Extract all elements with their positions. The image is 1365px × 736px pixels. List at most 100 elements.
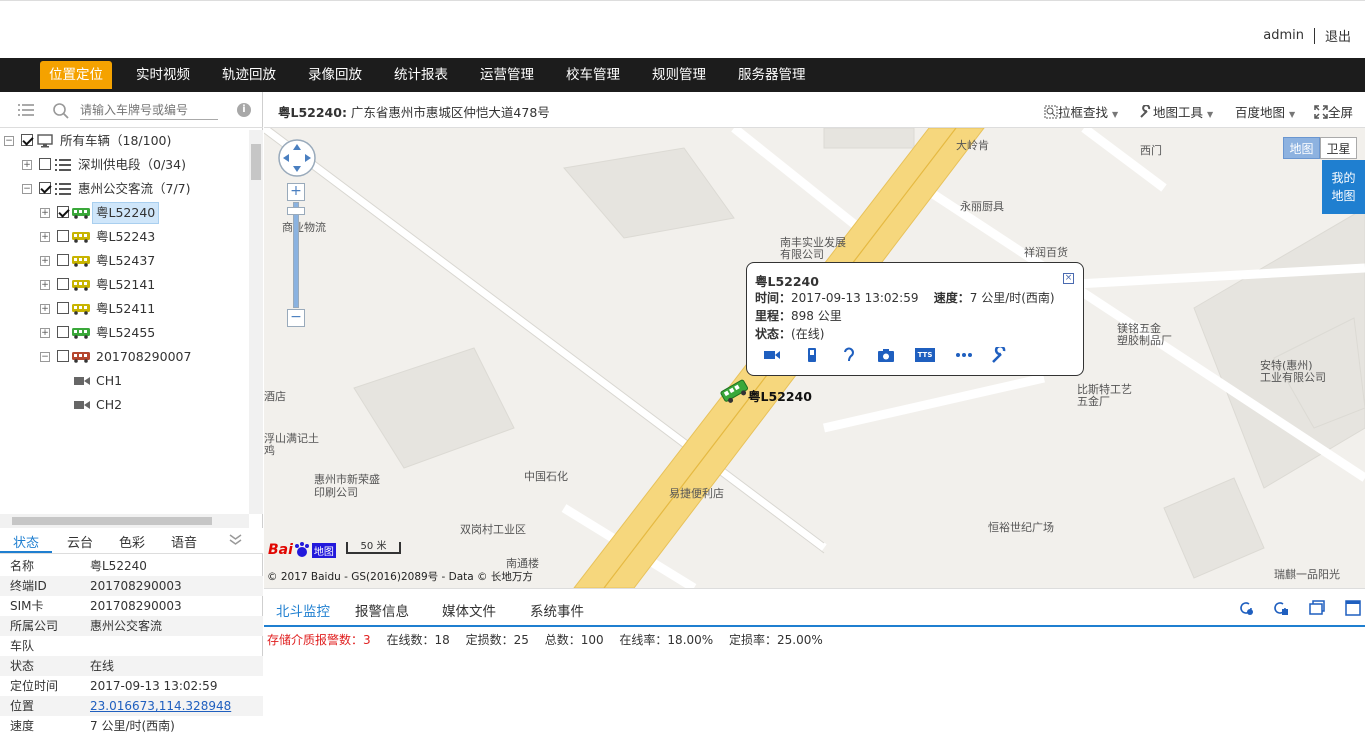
popup-close-icon[interactable]: × [1063, 273, 1074, 284]
tree-vehicle[interactable]: + 粤L52141 [0, 274, 249, 296]
checkbox[interactable] [57, 254, 69, 266]
info-icon[interactable]: i [237, 103, 251, 117]
tree-vehicle[interactable]: + 粤L52455 [0, 322, 249, 344]
box-search-tool[interactable]: 拉框查找 ▼ [1044, 102, 1118, 121]
tab-status[interactable]: 状态 [13, 532, 39, 551]
expand-toggle-icon[interactable]: + [40, 280, 50, 290]
zoom-out-button[interactable]: − [287, 309, 305, 327]
zoom-slider-handle[interactable] [287, 207, 305, 215]
tree-channel[interactable]: CH2 [0, 394, 249, 416]
map-tools[interactable]: 地图工具 ▼ [1139, 102, 1213, 121]
checkbox[interactable] [39, 182, 51, 194]
tree-vehicle[interactable]: + 粤L52411 [0, 298, 249, 320]
collapse-toggle-icon[interactable]: − [4, 136, 14, 146]
nav-track-playback[interactable]: 轨迹回放 [213, 61, 285, 89]
video-icon[interactable] [763, 347, 781, 363]
checkbox[interactable] [57, 326, 69, 338]
popup-mileage-value: 898 公里 [791, 309, 842, 323]
settings-wrench-icon[interactable] [991, 347, 1009, 363]
nav-live-video[interactable]: 实时视频 [127, 61, 199, 89]
tree-vertical-scrollbar[interactable] [249, 130, 263, 514]
maximize-window-icon[interactable] [1345, 600, 1361, 616]
restore-window-icon[interactable] [1309, 600, 1325, 616]
map-label: 祥润百货 [1024, 246, 1068, 259]
expand-toggle-icon[interactable]: + [40, 232, 50, 242]
tree-horizontal-scrollbar[interactable] [0, 514, 249, 528]
status-properties: 名称 粤L52240 终端ID 201708290003 SIM卡 201708290… [0, 556, 263, 736]
tab-system-events[interactable]: 系统事件 [530, 600, 584, 620]
expand-toggle-icon[interactable]: + [40, 208, 50, 218]
search-input[interactable] [80, 101, 218, 120]
map-copyright: © 2017 Baidu - GS(2016)2089号 - Data © 长地… [267, 571, 533, 583]
nav-rules[interactable]: 规则管理 [643, 61, 715, 89]
located-rate: 定损率：25.00% [729, 633, 823, 647]
tts-icon[interactable]: TTS [915, 348, 935, 362]
expand-toggle-icon[interactable]: + [40, 328, 50, 338]
my-map-button[interactable]: 我的 地图 [1322, 160, 1365, 214]
checkbox[interactable] [21, 134, 33, 146]
location-link[interactable]: 23.016673,114.328948 [90, 699, 231, 713]
tree-vehicle[interactable]: + 粤L52437 [0, 250, 249, 272]
map-pan-control[interactable] [277, 138, 317, 178]
tab-media-files[interactable]: 媒体文件 [442, 600, 496, 620]
vehicle-marker-icon[interactable] [720, 379, 750, 405]
more-icon[interactable] [955, 347, 973, 363]
total-count: 总数：100 [544, 633, 604, 647]
bus-yellow-icon [72, 256, 90, 267]
tree-group-shenzhen[interactable]: + 深圳供电段（0/34) [0, 154, 249, 176]
nav-operations[interactable]: 运营管理 [471, 61, 543, 89]
double-chevron-down-icon[interactable] [229, 534, 242, 546]
nav-record-playback[interactable]: 录像回放 [299, 61, 371, 89]
storage-alarm-count[interactable]: 存储介质报警数：3 [267, 633, 371, 647]
expand-toggle-icon[interactable]: + [40, 256, 50, 266]
tree-vehicle[interactable]: + 粤L52243 [0, 226, 249, 248]
map-type-map[interactable]: 地图 [1283, 137, 1320, 159]
nav-server[interactable]: 服务器管理 [729, 61, 815, 89]
bus-red-icon [72, 352, 90, 363]
checkbox[interactable] [57, 302, 69, 314]
tab-ptz[interactable]: 云台 [67, 532, 93, 551]
tree-group-huizhou[interactable]: − 惠州公交客流（7/7) [0, 178, 249, 200]
box-search-icon [1044, 105, 1058, 119]
refresh-settings-icon[interactable] [1238, 600, 1254, 616]
terminal-icon[interactable] [803, 347, 821, 363]
nav-reports[interactable]: 统计报表 [385, 61, 457, 89]
tree-vehicle[interactable]: − 201708290007 [0, 346, 249, 368]
tab-alarm-info[interactable]: 报警信息 [355, 600, 409, 620]
zoom-in-button[interactable]: + [287, 183, 305, 201]
checkbox[interactable] [57, 350, 69, 362]
checkbox[interactable] [57, 206, 69, 218]
tree-vehicle[interactable]: + 粤L52240 [0, 202, 249, 224]
logout-link[interactable]: 退出 [1325, 26, 1351, 45]
tree-group-label: 深圳供电段（0/34) [78, 157, 186, 172]
tab-color[interactable]: 色彩 [119, 532, 145, 551]
map-provider-select[interactable]: 百度地图 ▼ [1235, 102, 1295, 121]
collapse-toggle-icon[interactable]: − [22, 184, 32, 194]
search-icon[interactable] [52, 102, 70, 120]
map-type-satellite[interactable]: 卫星 [1320, 137, 1357, 159]
expand-toggle-icon[interactable]: + [40, 304, 50, 314]
tree-root[interactable]: − 所有车辆（18/100) [0, 130, 249, 152]
prop-key: 名称 [10, 559, 35, 573]
snapshot-icon[interactable] [877, 347, 895, 363]
checkbox[interactable] [39, 158, 51, 170]
collapse-toggle-icon[interactable]: − [40, 352, 50, 362]
popup-speed-value: 7 公里/时(西南) [969, 291, 1055, 305]
list-icon[interactable] [18, 103, 34, 117]
checkbox[interactable] [57, 278, 69, 290]
checkbox[interactable] [57, 230, 69, 242]
expand-toggle-icon[interactable]: + [22, 160, 32, 170]
nav-location[interactable]: 位置定位 [40, 61, 112, 89]
listen-icon[interactable] [839, 347, 857, 363]
tab-voice[interactable]: 语音 [171, 532, 197, 551]
username[interactable]: admin [1263, 28, 1304, 43]
tab-beidou-monitor[interactable]: 北斗监控 [276, 600, 330, 620]
detail-tabs: 状态 云台 色彩 语音 [0, 528, 263, 554]
zoom-slider[interactable] [293, 202, 299, 308]
fullscreen-button[interactable]: 全屏 [1314, 102, 1353, 121]
popup-status-value: (在线) [791, 327, 825, 341]
tree-channel[interactable]: CH1 [0, 370, 249, 392]
nav-school-bus[interactable]: 校车管理 [557, 61, 629, 89]
map-label: 西门 [1140, 144, 1162, 157]
lock-refresh-icon[interactable] [1273, 600, 1289, 616]
